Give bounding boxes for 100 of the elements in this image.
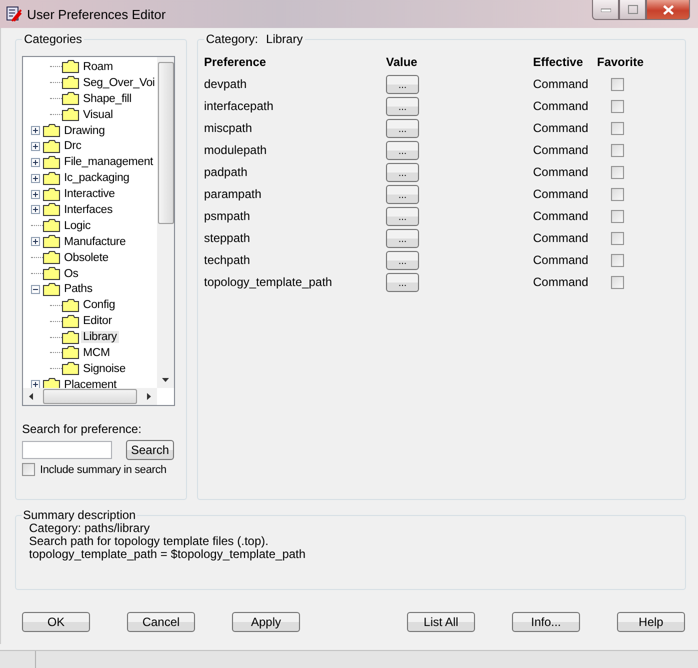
preference-name: techpath <box>204 252 252 269</box>
folder-icon <box>62 108 79 122</box>
effective-value: Command <box>533 142 590 159</box>
tree-item[interactable]: Seg_Over_Voi <box>81 76 157 89</box>
value-button[interactable]: ... <box>386 206 419 226</box>
tree-item[interactable]: Config <box>81 299 118 312</box>
tree-item[interactable]: Obsolete <box>62 252 110 264</box>
favorite-checkbox[interactable] <box>611 254 624 266</box>
minimize-button[interactable] <box>592 0 619 20</box>
expander-icon[interactable] <box>31 158 40 167</box>
preference-name: parampath <box>204 186 262 203</box>
expander-icon[interactable] <box>31 142 40 151</box>
dialog-button[interactable]: Info... <box>512 612 580 632</box>
expander-icon[interactable] <box>31 205 40 214</box>
folder-icon <box>62 298 79 312</box>
value-button[interactable]: ... <box>386 272 419 292</box>
group-title: Summary description <box>22 508 137 522</box>
tree-item[interactable]: Signoise <box>81 362 128 375</box>
favorite-checkbox[interactable] <box>611 276 624 288</box>
scroll-right-icon <box>147 393 151 400</box>
expander-icon[interactable] <box>31 284 40 294</box>
column-header: Effective <box>533 54 584 71</box>
tree-item[interactable]: Interactive <box>62 188 117 200</box>
folder-icon <box>62 346 79 360</box>
checkbox[interactable] <box>22 463 35 476</box>
value-button[interactable]: ... <box>386 74 419 94</box>
tree-item[interactable]: MCM <box>81 346 112 359</box>
folder-icon <box>43 282 60 296</box>
expander-icon[interactable] <box>31 174 40 183</box>
tree-item[interactable]: Logic <box>62 220 92 232</box>
folder-icon <box>62 60 79 74</box>
maximize-icon <box>628 5 638 14</box>
tree-item[interactable]: Drc <box>62 140 84 152</box>
dialog-button[interactable]: Apply <box>232 612 300 632</box>
value-button[interactable]: ... <box>386 228 419 248</box>
favorite-checkbox[interactable] <box>611 188 624 200</box>
search-field[interactable] <box>22 441 112 459</box>
folder-icon <box>43 156 60 169</box>
value-button[interactable]: ... <box>386 140 419 160</box>
effective-value: Command <box>533 252 590 269</box>
tree-item[interactable]: Editor <box>81 315 114 328</box>
app-icon <box>6 6 22 22</box>
favorite-checkbox[interactable] <box>611 78 624 90</box>
favorite-checkbox[interactable] <box>611 232 624 244</box>
folder-icon <box>43 235 60 248</box>
tree-item[interactable]: Drawing <box>62 124 107 136</box>
dialog-button[interactable]: Cancel <box>127 612 195 632</box>
value-button[interactable]: ... <box>386 118 419 138</box>
tree-item[interactable]: Visual <box>81 108 115 121</box>
expander-icon[interactable] <box>31 237 40 246</box>
value-button[interactable]: ... <box>386 250 419 270</box>
expander-icon[interactable] <box>31 190 40 199</box>
folder-icon <box>43 188 60 201</box>
category-name: Library <box>266 32 303 46</box>
dialog-button[interactable]: List All <box>407 612 475 632</box>
category-label: Category: <box>206 32 258 46</box>
tree-item[interactable]: Ic_packaging <box>62 172 132 184</box>
folder-icon <box>62 92 79 106</box>
close-button[interactable] <box>646 0 690 20</box>
tree-item[interactable]: Manufacture <box>62 236 128 248</box>
favorite-checkbox[interactable] <box>611 122 624 134</box>
expander-icon[interactable] <box>31 380 40 388</box>
value-button[interactable]: ... <box>386 184 419 204</box>
tree-item[interactable]: Roam <box>81 60 115 73</box>
tree-item[interactable]: Placement <box>62 378 119 388</box>
folder-icon <box>43 251 60 264</box>
tree-item[interactable]: Library <box>81 331 119 344</box>
horizontal-scrollbar[interactable] <box>23 388 157 405</box>
tree-item[interactable]: File_management <box>62 156 156 168</box>
scroll-down-icon <box>162 378 169 382</box>
tree-item[interactable]: Interfaces <box>62 204 114 216</box>
effective-value: Command <box>533 164 590 181</box>
close-icon <box>662 4 674 14</box>
favorite-checkbox[interactable] <box>611 144 624 156</box>
checkbox-label: Include summary in search <box>40 464 166 476</box>
maximize-button[interactable] <box>619 0 646 20</box>
folder-icon <box>43 172 60 185</box>
search-button[interactable]: Search <box>126 440 174 460</box>
preference-name: steppath <box>204 230 252 247</box>
group-title: Categories <box>23 32 84 46</box>
tree-item[interactable]: Os <box>62 268 80 280</box>
effective-value: Command <box>533 120 590 137</box>
scroll-left-icon <box>29 393 33 400</box>
favorite-checkbox[interactable] <box>611 100 624 112</box>
value-button[interactable]: ... <box>386 162 419 182</box>
expander-icon[interactable] <box>31 126 40 135</box>
favorite-checkbox[interactable] <box>611 210 624 222</box>
column-header: Preference <box>204 54 268 71</box>
vertical-scrollbar[interactable] <box>157 57 174 388</box>
folder-icon <box>62 76 79 90</box>
minimize-icon <box>600 8 610 12</box>
folder-icon <box>43 140 60 153</box>
folder-icon <box>43 378 60 388</box>
favorite-checkbox[interactable] <box>611 166 624 178</box>
value-button[interactable]: ... <box>386 96 419 116</box>
effective-value: Command <box>533 208 590 225</box>
dialog-button[interactable]: OK <box>22 612 90 632</box>
tree-item[interactable]: Shape_fill <box>81 92 134 105</box>
tree-item[interactable]: Paths <box>62 283 94 296</box>
dialog-button[interactable]: Help <box>617 612 685 632</box>
